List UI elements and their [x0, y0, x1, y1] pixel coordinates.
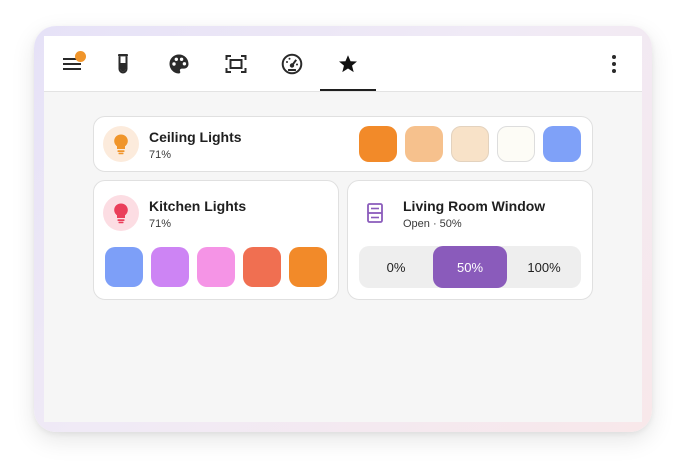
color-swatch-orange[interactable]	[359, 126, 397, 162]
color-swatch-peach[interactable]	[451, 126, 489, 162]
scan-frame-icon[interactable]	[222, 50, 250, 78]
star-icon[interactable]	[334, 50, 362, 78]
position-segmented-control: 0% 50% 100%	[359, 246, 581, 288]
card-title: Kitchen Lights	[149, 198, 247, 214]
card-subtitle: Open · 50%	[403, 218, 462, 230]
position-option-100[interactable]: 100%	[507, 246, 581, 288]
card-title: Ceiling Lights	[149, 129, 242, 145]
color-swatch-blue[interactable]	[543, 126, 581, 162]
top-toolbar	[44, 36, 642, 92]
flask-icon[interactable]	[109, 50, 137, 78]
card-subtitle: 71%	[149, 218, 172, 230]
lightbulb-icon	[103, 126, 139, 162]
position-option-0[interactable]: 0%	[359, 246, 433, 288]
kitchen-lights-card[interactable]: Kitchen Lights 71%	[93, 180, 339, 300]
gauge-icon[interactable]	[278, 50, 306, 78]
dashboard-screen: Ceiling Lights 71% Kitchen Lights 71% Li…	[44, 36, 642, 422]
active-tab-indicator	[320, 89, 376, 91]
position-option-50[interactable]: 50%	[433, 246, 507, 288]
more-vert-icon[interactable]	[600, 50, 628, 78]
color-swatch-warm-white[interactable]	[497, 126, 535, 162]
living-room-window-card[interactable]: Living Room Window Open · 50% 0% 50% 100…	[347, 180, 593, 300]
lightbulb-icon	[103, 195, 139, 231]
color-swatch-blue[interactable]	[105, 247, 143, 287]
card-title: Living Room Window	[403, 198, 546, 214]
color-swatch-violet[interactable]	[151, 247, 189, 287]
ceiling-lights-card[interactable]: Ceiling Lights 71%	[93, 116, 593, 172]
color-swatch-orange[interactable]	[289, 247, 327, 287]
window-icon	[357, 195, 393, 231]
notification-badge	[75, 51, 86, 62]
color-swatch-pink[interactable]	[197, 247, 235, 287]
card-subtitle: 71%	[149, 149, 172, 161]
color-swatch-light-orange[interactable]	[405, 126, 443, 162]
palette-icon[interactable]	[165, 50, 193, 78]
color-swatch-coral[interactable]	[243, 247, 281, 287]
